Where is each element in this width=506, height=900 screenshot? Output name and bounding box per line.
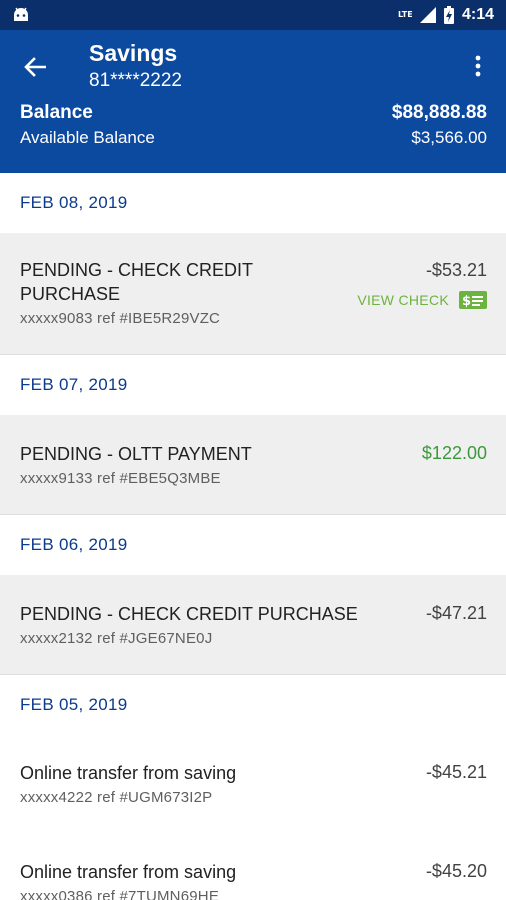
overflow-menu-button[interactable]	[458, 46, 498, 86]
back-button[interactable]	[14, 46, 56, 88]
date-header: FEB 08, 2019	[0, 173, 506, 233]
transaction-row[interactable]: Online transfer from saving xxxxx0386 re…	[0, 835, 506, 900]
transaction-row[interactable]: Online transfer from saving xxxxx4222 re…	[0, 735, 506, 835]
transaction-reference: xxxxx9133 ref #EBE5Q3MBE	[20, 470, 221, 487]
transaction-row[interactable]: PENDING - CHECK CREDIT PURCHASE xxxxx213…	[0, 575, 506, 675]
account-number: 81****2222	[89, 70, 182, 91]
page-title: Savings	[89, 40, 178, 66]
android-robot-icon	[14, 7, 28, 21]
transaction-reference: xxxxx0386 ref #7TUMN69HE	[20, 888, 220, 900]
balance-value: $88,888.88	[391, 102, 487, 123]
transaction-amount: -$45.21	[425, 762, 487, 782]
battery-charging-icon	[443, 6, 454, 24]
arrow-left-icon	[24, 57, 46, 77]
transaction-row[interactable]: PENDING - OLTT PAYMENT xxxxx9133 ref #EB…	[0, 415, 506, 515]
transaction-description: Online transfer from saving	[20, 763, 237, 783]
more-vert-icon	[475, 55, 481, 77]
transaction-description: PENDING - OLTT PAYMENT	[20, 444, 252, 464]
lte-icon: LTE	[398, 10, 412, 19]
svg-text:$: $	[462, 294, 471, 309]
transaction-reference: xxxxx2132 ref #JGE67NE0J	[20, 630, 213, 647]
clock: 4:14	[461, 6, 494, 23]
transaction-amount: -$45.20	[425, 861, 487, 881]
date-header: FEB 06, 2019	[0, 515, 506, 575]
available-balance-value: $3,566.00	[411, 128, 487, 147]
account-header: Savings 81****2222 Balance $88,888.88 Av…	[0, 30, 506, 173]
balance-label: Balance	[20, 102, 93, 123]
transaction-description: PENDING - CHECK CREDIT PURCHASE	[20, 604, 358, 624]
date-header: FEB 05, 2019	[0, 675, 506, 735]
available-balance-label: Available Balance	[20, 128, 155, 147]
date-header: FEB 07, 2019	[0, 355, 506, 415]
transaction-row[interactable]: PENDING - CHECK CREDIT PURCHASE xxxxx908…	[0, 233, 506, 355]
svg-text:LTE: LTE	[398, 10, 412, 19]
signal-icon	[419, 7, 436, 23]
transaction-reference: xxxxx9083 ref #IBE5R29VZC	[20, 310, 221, 327]
transaction-amount: -$47.21	[425, 603, 487, 623]
check-image-icon: $	[459, 291, 487, 309]
view-check-button[interactable]: VIEW CHECK $	[357, 291, 487, 309]
transaction-amount: $122.00	[421, 443, 487, 463]
transaction-amount: -$53.21	[425, 260, 487, 280]
transaction-description: PENDING - CHECK CREDIT PURCHASE	[20, 260, 253, 304]
transaction-reference: xxxxx4222 ref #UGM673I2P	[20, 789, 213, 806]
view-check-label: VIEW CHECK	[357, 292, 449, 308]
transaction-list: FEB 08, 2019 PENDING - CHECK CREDIT PURC…	[0, 173, 506, 900]
status-bar: LTE 4:14	[0, 0, 506, 30]
transaction-description: Online transfer from saving	[20, 862, 237, 882]
